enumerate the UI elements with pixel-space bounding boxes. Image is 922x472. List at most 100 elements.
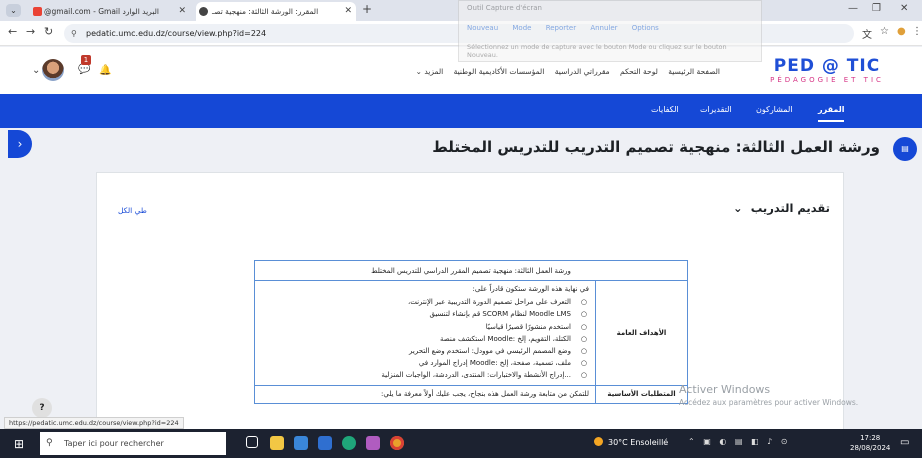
- close-icon[interactable]: ✕: [344, 2, 352, 21]
- mail-icon[interactable]: [318, 436, 332, 450]
- row-label: المتطلبات الأساسية: [595, 384, 688, 404]
- course-overview-table: ورشة العمل الثالثة: منهجية تصميم المقرر …: [254, 260, 688, 404]
- translate-icon[interactable]: 文: [862, 26, 872, 41]
- logo-main-text: PED @ TIC: [773, 56, 881, 76]
- list-item: الكتلة، التقويم، إلخ :Moodle استكشف منصة: [261, 334, 589, 345]
- page-title: ورشة العمل الثالثة: منهجية تصميم التدريب…: [432, 138, 880, 156]
- list-item: Moodle LMS لنظام SCORM قم بإنشاء لتنسيق: [261, 309, 589, 320]
- notification-badge: 1: [81, 55, 91, 65]
- close-icon[interactable]: ✕: [178, 2, 186, 21]
- block-drawer-toggle[interactable]: ▤: [893, 137, 917, 161]
- watermark-line-1: Activer Windows: [679, 383, 771, 396]
- row-content: في نهاية هذه الورشة ستكون قادراً على: ال…: [254, 280, 596, 386]
- weather-widget[interactable]: 30°C Ensoleillé: [594, 437, 668, 447]
- snip-new-button[interactable]: Nouveau: [467, 24, 498, 32]
- list-item: التعرف على مراحل تصميم الدورة التدريبية …: [261, 297, 589, 308]
- row-intro: للتمكن من متابعة ورشة العمل هذه بنجاح، ي…: [381, 389, 589, 398]
- tab-participants[interactable]: المشاركون: [756, 105, 793, 114]
- microsoft-store-icon[interactable]: [294, 436, 308, 450]
- search-icon: ⚲: [46, 438, 53, 448]
- row-content: للتمكن من متابعة ورشة العمل هذه بنجاح، ي…: [254, 384, 596, 404]
- windows-taskbar: ⊞ ⚲ Taper ici pour rechercher 30°C Ensol…: [0, 429, 922, 458]
- file-explorer-icon[interactable]: [270, 436, 284, 450]
- close-window-icon[interactable]: ✕: [900, 3, 908, 14]
- chrome-icon[interactable]: [390, 436, 404, 450]
- snipping-tool-title: Outil Capture d'écran: [467, 4, 542, 12]
- tab-search-button[interactable]: ⌄: [6, 4, 21, 17]
- course-drawer-toggle[interactable]: ›: [8, 130, 32, 158]
- nav-home[interactable]: الصفحة الرئيسية: [668, 67, 720, 76]
- snip-options-button[interactable]: Options: [632, 24, 659, 32]
- watermark-line-2: Accédez aux paramètres pour activer Wind…: [679, 398, 859, 407]
- user-menu-chevron-icon[interactable]: ⌄: [32, 65, 40, 76]
- nav-more[interactable]: المزيد ⌄: [416, 67, 444, 76]
- chevron-down-icon: ⌄: [733, 201, 743, 215]
- list-item: وضع المصمم الرئيسي في موودل: استخدم وضع …: [261, 346, 589, 357]
- list-item: استخدم منشورًا قصيرًا قياسيًا: [261, 322, 589, 333]
- nav-institutions[interactable]: المؤسسات الأكاديمية الوطنية: [454, 67, 545, 76]
- list-item: ملف، تسمية، صفحة، إلخ :Moodle إدراج المو…: [261, 358, 589, 369]
- snipping-tool-hint: Sélectionnez un mode de capture avec le …: [467, 43, 727, 59]
- minimize-icon[interactable]: —: [848, 3, 858, 14]
- forward-icon[interactable]: →: [26, 25, 35, 38]
- tab-competencies[interactable]: الكفايات: [651, 105, 679, 114]
- list-item: ...إدراج الأنشطة والاختبارات: المنتدى، ا…: [261, 370, 589, 381]
- snip-cancel-button[interactable]: Annuler: [590, 24, 617, 32]
- browser-menu-icon[interactable]: ⋮: [912, 26, 922, 37]
- tab-title: المقرر: الورشة الثالثة: منهجية تصـ: [212, 7, 319, 16]
- tab-grades[interactable]: التقديرات: [700, 105, 732, 114]
- nav-my-courses[interactable]: مقرراتي الدراسية: [555, 67, 610, 76]
- avatar[interactable]: [42, 59, 64, 81]
- reload-icon[interactable]: ↻: [44, 25, 53, 38]
- help-button[interactable]: ?: [32, 398, 52, 418]
- new-tab-icon[interactable]: +: [362, 2, 372, 16]
- messages-icon[interactable]: 💬: [78, 64, 90, 75]
- back-icon[interactable]: ←: [8, 25, 17, 38]
- snipping-tool-window[interactable]: Outil Capture d'écran Nouveau Mode Repor…: [458, 0, 762, 62]
- bookmark-star-icon[interactable]: ☆: [880, 26, 889, 37]
- notification-center-icon[interactable]: ▭: [900, 437, 909, 448]
- bell-icon[interactable]: 🔔: [99, 65, 111, 76]
- windows-start-icon[interactable]: ⊞: [14, 437, 24, 451]
- task-view-icon[interactable]: [246, 436, 258, 448]
- status-bar-url: https://pedatic.umc.edu.dz/course/view.p…: [4, 417, 184, 429]
- photos-icon[interactable]: [366, 436, 380, 450]
- snip-mode-button[interactable]: Mode: [512, 24, 531, 32]
- site-favicon-icon: [199, 7, 208, 16]
- browser-tab-gmail[interactable]: @gmail.com - Gmail البريد الوارد ✕: [30, 2, 190, 21]
- screen: ⌄ @gmail.com - Gmail البريد الوارد ✕ الم…: [0, 0, 922, 458]
- taskbar-clock[interactable]: 17:28 28/08/2024: [850, 433, 890, 453]
- row-intro: في نهاية هذه الورشة ستكون قادراً على:: [472, 285, 589, 293]
- objectives-list: التعرف على مراحل تصميم الدورة التدريبية …: [261, 297, 589, 382]
- search-placeholder: Taper ici pour rechercher: [64, 439, 164, 448]
- url-text: pedatic.umc.edu.dz/course/view.php?id=22…: [86, 29, 267, 38]
- table-row: المتطلبات الأساسية للتمكن من متابعة ورشة…: [254, 384, 688, 404]
- table-header: ورشة العمل الثالثة: منهجية تصميم المقرر …: [254, 260, 688, 281]
- section-header[interactable]: تقديم التدريب ⌄: [700, 201, 830, 215]
- edge-icon[interactable]: [342, 436, 356, 450]
- clock-date: 28/08/2024: [850, 444, 891, 452]
- primary-navigation: الصفحة الرئيسية لوحة التحكم مقرراتي الدر…: [310, 67, 720, 76]
- site-info-icon[interactable]: ⚲: [71, 24, 77, 43]
- snip-delay-button[interactable]: Reporter: [546, 24, 576, 32]
- sun-icon: [594, 437, 603, 446]
- weather-text: 30°C Ensoleillé: [608, 438, 669, 447]
- table-row: الأهداف العامة في نهاية هذه الورشة ستكون…: [254, 280, 688, 386]
- taskbar-search-input[interactable]: ⚲ Taper ici pour rechercher: [40, 432, 226, 455]
- course-secondary-nav: المقرر المشاركون التقديرات الكفايات: [0, 94, 922, 128]
- activate-windows-watermark: Activer Windows Accédez aux paramètres p…: [679, 383, 858, 407]
- tab-course[interactable]: المقرر: [818, 105, 845, 122]
- browser-tab-course[interactable]: المقرر: الورشة الثالثة: منهجية تصـ ✕: [196, 2, 356, 21]
- row-label: الأهداف العامة: [595, 280, 688, 386]
- tab-title: @gmail.com - Gmail البريد الوارد: [44, 7, 159, 16]
- profile-icon[interactable]: ●: [897, 26, 906, 37]
- snipping-tool-toolbar: Nouveau Mode Reporter Annuler Options: [467, 24, 671, 32]
- collapse-all-link[interactable]: طي الكل: [118, 206, 147, 215]
- site-logo[interactable]: PED @ TIC PÉDAGOGIE ET TIC: [742, 57, 912, 85]
- nav-dashboard[interactable]: لوحة التحكم: [620, 67, 658, 76]
- section-title-text: تقديم التدريب: [750, 201, 830, 215]
- system-tray[interactable]: ⌃ ▣ ◐ ▤ ◧ ♪ ⊙: [688, 437, 790, 446]
- gmail-icon: [33, 7, 42, 16]
- restore-icon[interactable]: ❐: [872, 3, 881, 14]
- logo-sub-text: PÉDAGOGIE ET TIC: [770, 76, 884, 84]
